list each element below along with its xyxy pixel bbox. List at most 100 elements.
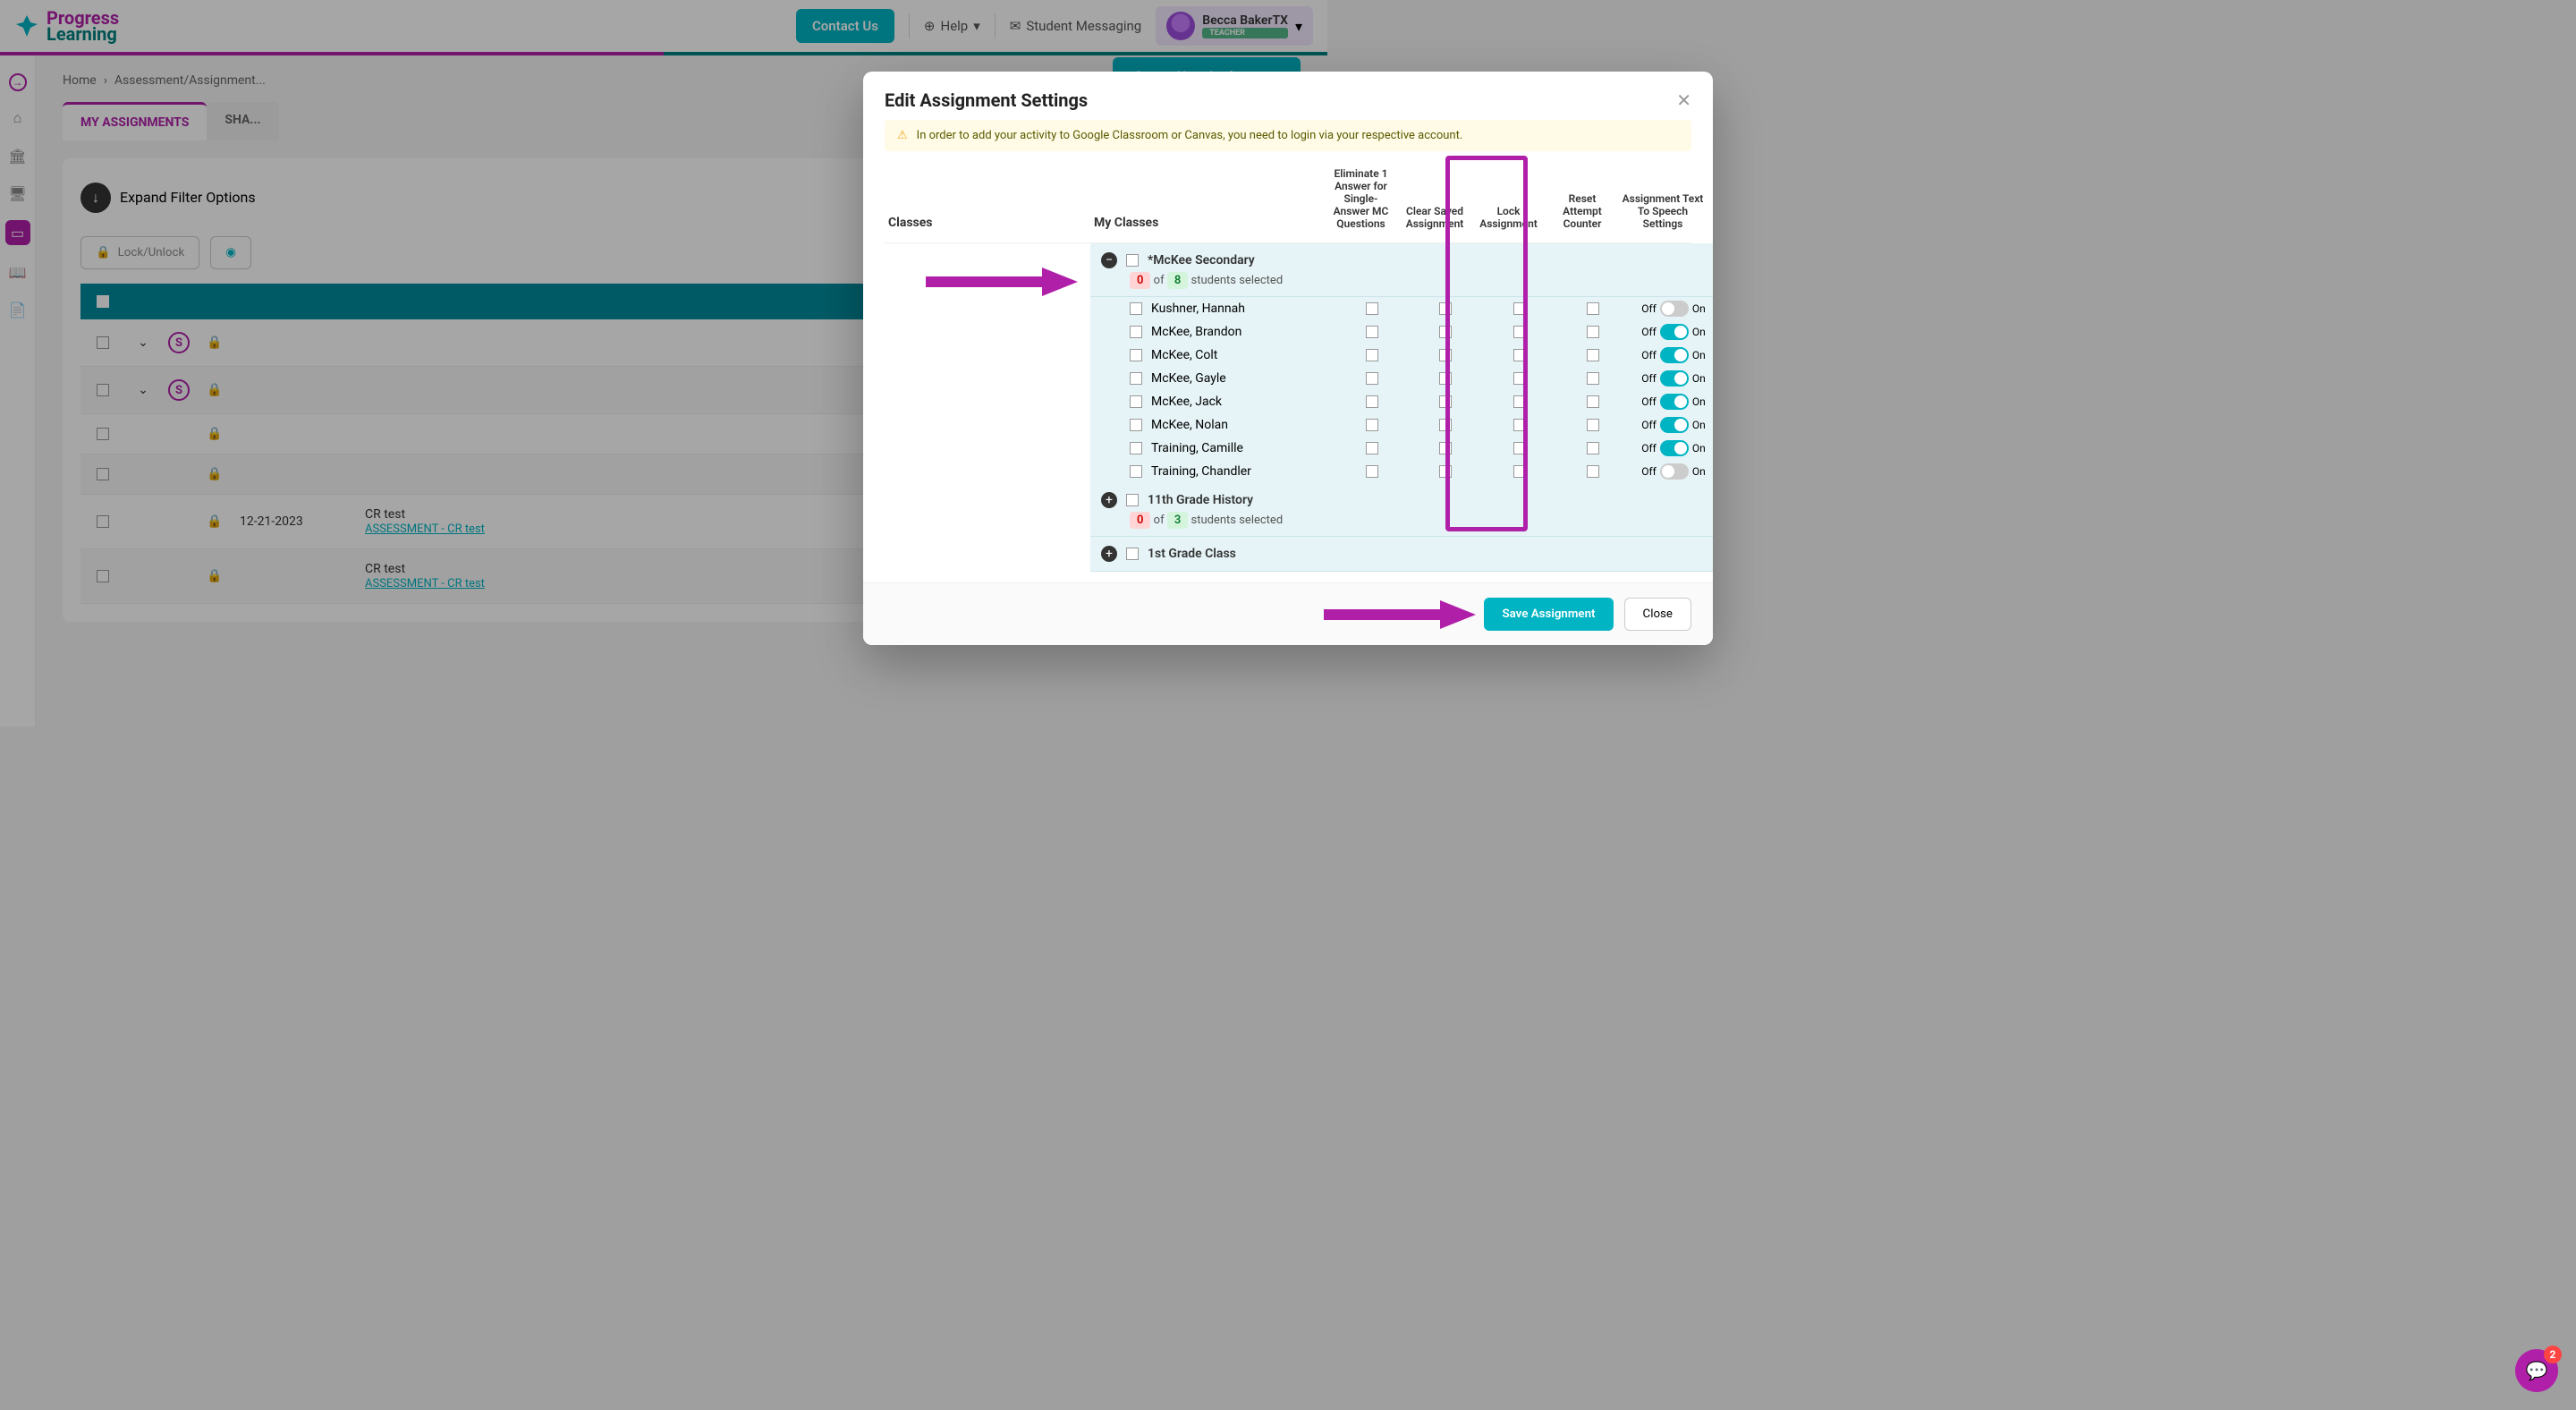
class-checkbox[interactable] [1126, 494, 1139, 506]
student-name-label: Training, Chandler [1151, 464, 1251, 479]
reset-checkbox[interactable] [1587, 372, 1599, 385]
toggle-on-label: On [1692, 302, 1706, 315]
clear-checkbox[interactable] [1439, 395, 1452, 408]
student-row: McKee, Brandon Off On [1090, 320, 1713, 344]
lock-checkbox[interactable] [1513, 349, 1526, 361]
tts-toggle[interactable] [1660, 394, 1689, 410]
reset-checkbox[interactable] [1587, 395, 1599, 408]
clear-checkbox[interactable] [1439, 465, 1452, 478]
save-assignment-button[interactable]: Save Assignment [1484, 598, 1613, 631]
toggle-off-label: Off [1641, 419, 1657, 431]
student-name-label: McKee, Brandon [1151, 325, 1241, 339]
student-row: Training, Chandler Off On [1090, 460, 1713, 483]
arrow-annotation-left [926, 263, 1078, 299]
lock-checkbox[interactable] [1513, 465, 1526, 478]
class-checkbox[interactable] [1126, 254, 1139, 267]
student-checkbox[interactable] [1130, 349, 1142, 361]
toggle-on-label: On [1692, 372, 1706, 385]
toggle-on-label: On [1692, 326, 1706, 338]
toggle-on-label: On [1692, 465, 1706, 478]
student-checkbox[interactable] [1130, 326, 1142, 338]
reset-checkbox[interactable] [1587, 442, 1599, 454]
col-reset-header: Reset Attempt Counter [1546, 185, 1618, 237]
student-name-label: Kushner, Hannah [1151, 302, 1245, 316]
close-icon[interactable]: ✕ [1676, 89, 1691, 111]
toggle-on-label: On [1692, 419, 1706, 431]
toggle-off-label: Off [1641, 465, 1657, 478]
reset-checkbox[interactable] [1587, 419, 1599, 431]
eliminate-checkbox[interactable] [1366, 442, 1378, 454]
student-checkbox[interactable] [1130, 465, 1142, 478]
modal-overlay: Edit Assignment Settings ✕ ⚠ In order to… [0, 0, 2576, 1410]
selection-count: 0 of 3 students selected [1130, 514, 1713, 527]
toggle-on-label: On [1692, 395, 1706, 408]
tts-toggle[interactable] [1660, 440, 1689, 456]
eliminate-checkbox[interactable] [1366, 395, 1378, 408]
lock-checkbox[interactable] [1513, 419, 1526, 431]
reset-checkbox[interactable] [1587, 326, 1599, 338]
eliminate-checkbox[interactable] [1366, 302, 1378, 315]
student-checkbox[interactable] [1130, 372, 1142, 385]
tts-toggle[interactable] [1660, 347, 1689, 363]
lock-checkbox[interactable] [1513, 372, 1526, 385]
class-name: 11th Grade History [1148, 493, 1253, 507]
toggle-off-label: Off [1641, 442, 1657, 454]
col-clear-header: Clear Saved Assignment [1399, 198, 1470, 237]
student-row: McKee, Jack Off On [1090, 390, 1713, 413]
clear-checkbox[interactable] [1439, 372, 1452, 385]
reset-checkbox[interactable] [1587, 349, 1599, 361]
class-name: *McKee Secondary [1148, 253, 1255, 268]
clear-checkbox[interactable] [1439, 349, 1452, 361]
student-row: Training, Camille Off On [1090, 437, 1713, 460]
student-checkbox[interactable] [1130, 302, 1142, 315]
lock-checkbox[interactable] [1513, 395, 1526, 408]
student-row: McKee, Gayle Off On [1090, 367, 1713, 390]
tts-toggle[interactable] [1660, 301, 1689, 317]
lock-checkbox[interactable] [1513, 442, 1526, 454]
class-name: 1st Grade Class [1148, 547, 1236, 561]
warning-banner: ⚠ In order to add your activity to Googl… [885, 120, 1691, 151]
student-checkbox[interactable] [1130, 442, 1142, 454]
class-checkbox[interactable] [1126, 548, 1139, 560]
toggle-off-label: Off [1641, 326, 1657, 338]
student-name-label: Training, Camille [1151, 441, 1243, 455]
chat-icon: 💬 [2526, 1360, 2548, 1381]
selection-count: 0 of 8 students selected [1130, 274, 1713, 287]
tts-toggle[interactable] [1660, 417, 1689, 433]
student-row: McKee, Nolan Off On [1090, 413, 1713, 437]
tts-toggle[interactable] [1660, 324, 1689, 340]
clear-checkbox[interactable] [1439, 442, 1452, 454]
chat-widget[interactable]: 💬 2 [2515, 1349, 2558, 1392]
class-block: − *McKee Secondary 0 of 8 students selec… [1090, 243, 1713, 297]
chat-badge: 2 [2544, 1346, 2562, 1363]
student-row: Kushner, Hannah Off On [1090, 297, 1713, 320]
expand-class-button[interactable]: − [1101, 252, 1117, 268]
toggle-off-label: Off [1641, 302, 1657, 315]
eliminate-checkbox[interactable] [1366, 372, 1378, 385]
expand-class-button[interactable]: + [1101, 492, 1117, 508]
clear-checkbox[interactable] [1439, 326, 1452, 338]
student-name-label: McKee, Nolan [1151, 418, 1228, 432]
lock-checkbox[interactable] [1513, 302, 1526, 315]
lock-checkbox[interactable] [1513, 326, 1526, 338]
col-classes-header: Classes [885, 208, 1090, 237]
tts-toggle[interactable] [1660, 370, 1689, 386]
toggle-on-label: On [1692, 442, 1706, 454]
clear-checkbox[interactable] [1439, 419, 1452, 431]
student-checkbox[interactable] [1130, 395, 1142, 408]
expand-class-button[interactable]: + [1101, 546, 1117, 562]
eliminate-checkbox[interactable] [1366, 419, 1378, 431]
eliminate-checkbox[interactable] [1366, 326, 1378, 338]
class-block: + 11th Grade History 0 of 3 students sel… [1090, 483, 1713, 537]
toggle-on-label: On [1692, 349, 1706, 361]
eliminate-checkbox[interactable] [1366, 465, 1378, 478]
edit-assignment-modal: Edit Assignment Settings ✕ ⚠ In order to… [863, 72, 1713, 645]
clear-checkbox[interactable] [1439, 302, 1452, 315]
eliminate-checkbox[interactable] [1366, 349, 1378, 361]
reset-checkbox[interactable] [1587, 302, 1599, 315]
tts-toggle[interactable] [1660, 463, 1689, 480]
student-name-label: McKee, Colt [1151, 348, 1217, 362]
student-checkbox[interactable] [1130, 419, 1142, 431]
reset-checkbox[interactable] [1587, 465, 1599, 478]
close-button[interactable]: Close [1624, 598, 1691, 631]
